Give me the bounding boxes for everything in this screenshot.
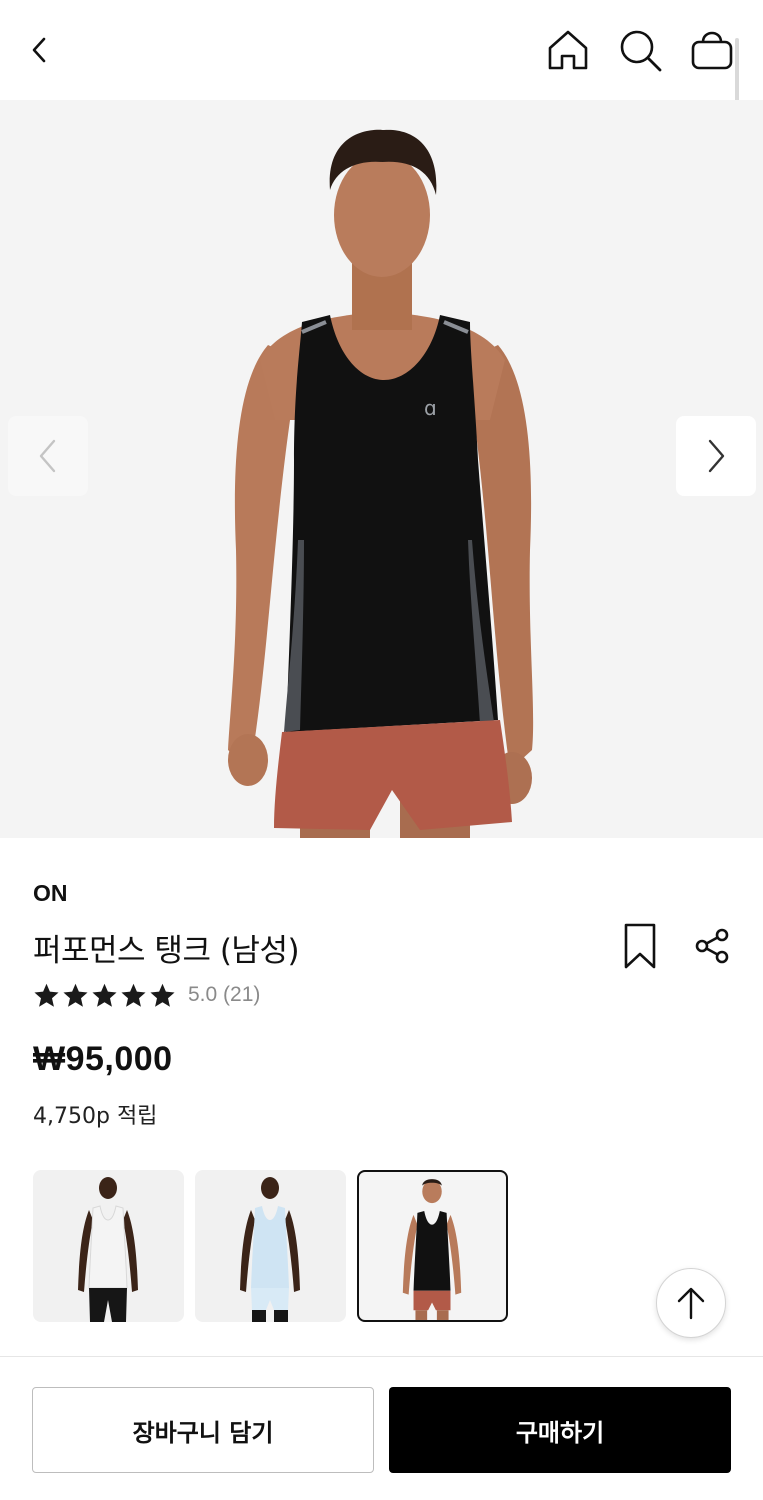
star-icon — [150, 983, 175, 1007]
rating-stars — [33, 982, 176, 1009]
color-option-black-tank[interactable] — [357, 1170, 508, 1322]
product-main-image: ɑ — [228, 129, 534, 838]
light-blue-tank-thumbnail — [240, 1177, 300, 1322]
color-options — [33, 1170, 508, 1322]
color-option-white-tank[interactable] — [33, 1170, 184, 1322]
search-icon — [620, 30, 662, 72]
buy-now-button[interactable]: 구매하기 — [389, 1387, 731, 1473]
star-icon — [92, 983, 117, 1007]
bookmark-icon — [624, 923, 656, 969]
product-price: ₩95,000 — [33, 1040, 173, 1078]
shopping-bag-icon — [691, 31, 733, 70]
star-icon — [121, 983, 146, 1007]
home-icon — [548, 30, 588, 70]
search-button[interactable] — [616, 26, 664, 74]
rating-score: 5.0 (21) — [188, 983, 261, 1006]
gallery-next-button[interactable] — [676, 416, 756, 496]
share-button[interactable] — [690, 924, 734, 968]
chevron-right-icon — [708, 439, 725, 473]
share-icon — [695, 928, 729, 964]
reward-points: 4,750p 적립 — [33, 1104, 158, 1129]
bottom-action-bar: 장바구니 담기 구매하기 — [0, 1356, 763, 1500]
star-icon — [34, 983, 59, 1007]
back-chevron-icon — [32, 37, 46, 63]
add-to-cart-button[interactable]: 장바구니 담기 — [32, 1387, 374, 1473]
rating-row[interactable]: 5.0 (21) — [33, 980, 260, 1010]
color-option-light-blue-tank[interactable] — [195, 1170, 346, 1322]
brand-name[interactable]: ON — [33, 880, 68, 907]
arrow-up-icon — [677, 1287, 705, 1320]
chevron-left-icon — [39, 439, 56, 473]
gallery-prev-button[interactable] — [8, 416, 88, 496]
home-button[interactable] — [544, 26, 592, 74]
scroll-to-top-button[interactable] — [656, 1268, 726, 1338]
product-name: 퍼포먼스 탱크 (남성) — [33, 933, 300, 969]
white-tank-thumbnail — [78, 1177, 138, 1322]
black-tank-thumbnail — [402, 1179, 462, 1320]
cart-button[interactable] — [688, 26, 736, 74]
product-image-gallery[interactable]: ɑ — [0, 100, 763, 838]
star-icon — [63, 983, 88, 1007]
back-button[interactable] — [16, 26, 64, 74]
svg-text:ɑ: ɑ — [424, 396, 437, 420]
top-bar — [0, 0, 763, 100]
bookmark-button[interactable] — [620, 918, 660, 974]
